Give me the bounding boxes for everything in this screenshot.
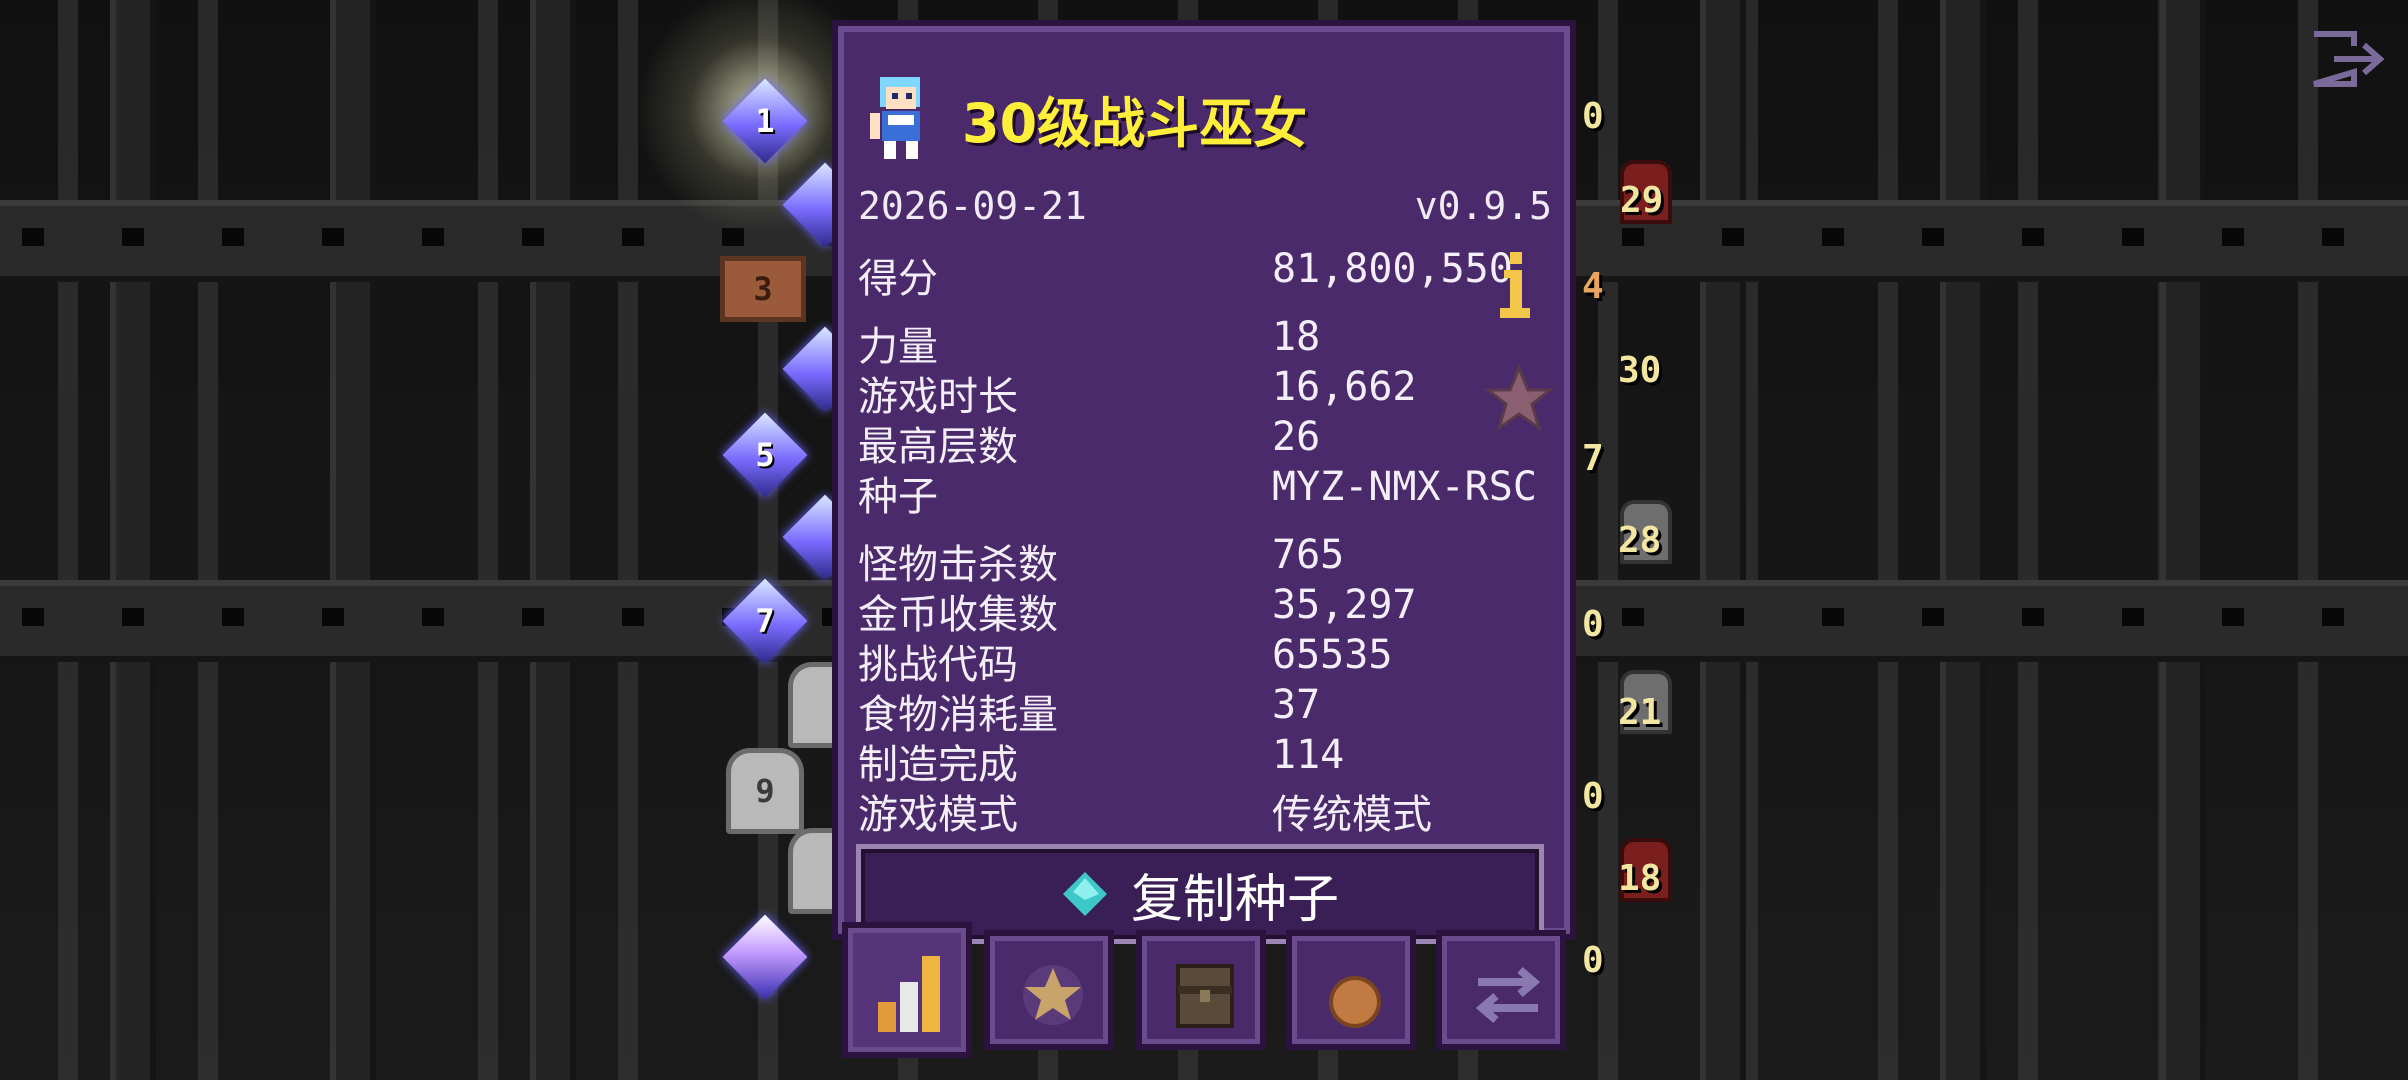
rank-entry[interactable]: 3 [720,254,806,324]
rank-level: 0 [1582,604,1604,645]
run-date: 2026-09-21 [858,184,1087,228]
stat-row-kills: 怪物击杀数 765 [858,532,1552,588]
rank-level: 29 [1620,180,1664,221]
exit-icon[interactable] [2310,30,2386,88]
stat-row-score: 得分 81,800,550 [858,246,1552,302]
title-row: 30级战斗巫女 [856,68,1307,168]
rank-level: 4 [1582,266,1604,307]
stat-value: 传统模式 [1272,792,1432,838]
stat-row-challenge-code: 挑战代码 65535 [858,632,1552,688]
pillar [2160,0,2206,1080]
rank-level: 21 [1618,692,1662,733]
star-badge-icon [1023,965,1083,1025]
stat-label: 种子 [858,474,938,520]
stat-value: 65535 [1272,632,1393,678]
copy-seed-label: 复制种子 [1130,869,1339,930]
rank-level: 28 [1618,520,1662,561]
tab-stats[interactable] [842,922,972,1058]
stats-chart-icon [878,956,940,1032]
stat-row-playtime: 游戏时长 16,662 [858,364,1552,420]
stat-row-food: 食物消耗量 37 [858,682,1552,738]
stat-row-crafted: 制造完成 114 [858,732,1552,788]
stat-row-game-mode: 游戏模式 传统模式 [858,782,1552,838]
tab-swap[interactable] [1436,930,1566,1050]
game-version: v0.9.5 [1414,184,1552,228]
stat-row-gold: 金币收集数 35,297 [858,582,1552,638]
stat-label: 得分 [858,256,938,302]
stat-value: 765 [1272,532,1345,578]
stat-value: 81,800,550 [1272,246,1513,292]
stat-row-strength: 力量 18 [858,314,1552,370]
stat-row-max-depth: 最高层数 26 [858,414,1552,470]
rank-level: 7 [1582,438,1604,479]
seed-gem-icon [1061,870,1109,918]
rank-entry[interactable]: 1 [722,78,808,164]
tab-medals[interactable] [1286,930,1416,1050]
stat-label: 游戏模式 [858,792,1018,838]
pillar [1700,0,1746,1080]
medal-icon [1329,960,1381,1028]
run-title: 30级战斗巫女 [962,91,1308,155]
rank-level: 0 [1582,776,1604,817]
pillar [330,0,376,1080]
stat-value: 16,662 [1272,364,1417,410]
tab-badges[interactable] [984,930,1114,1050]
stat-value: 18 [1272,314,1321,360]
stat-value: 114 [1272,732,1345,778]
backpack-icon [1176,964,1234,1028]
rank-entry[interactable]: 9 [726,748,804,834]
stat-value: 35,297 [1272,582,1417,628]
pillar [530,0,576,1080]
rank-entry[interactable]: 7 [722,578,808,664]
character-avatar-icon [866,73,936,163]
stat-row-seed: 种子 MYZ-NMX-RSC [858,464,1552,520]
rank-entry[interactable]: 5 [722,412,808,498]
tab-items[interactable] [1136,930,1266,1050]
star-icon [1483,364,1555,434]
stat-value: 26 [1272,414,1321,460]
rank-level: 30 [1618,350,1662,391]
stat-value: 37 [1272,682,1321,728]
stat-value: MYZ-NMX-RSC [1272,464,1537,510]
rank-level: 18 [1618,858,1662,899]
run-details-panel: 30级战斗巫女 2026-09-21 v0.9.5 得分 81,800,550 … [832,20,1576,944]
swap-icon [1475,966,1541,1024]
rank-level: 0 [1582,940,1604,981]
pillar [110,0,156,1080]
rank-entry[interactable] [722,914,808,1000]
pillar [1940,0,1986,1080]
rank-level: 0 [1582,96,1604,137]
